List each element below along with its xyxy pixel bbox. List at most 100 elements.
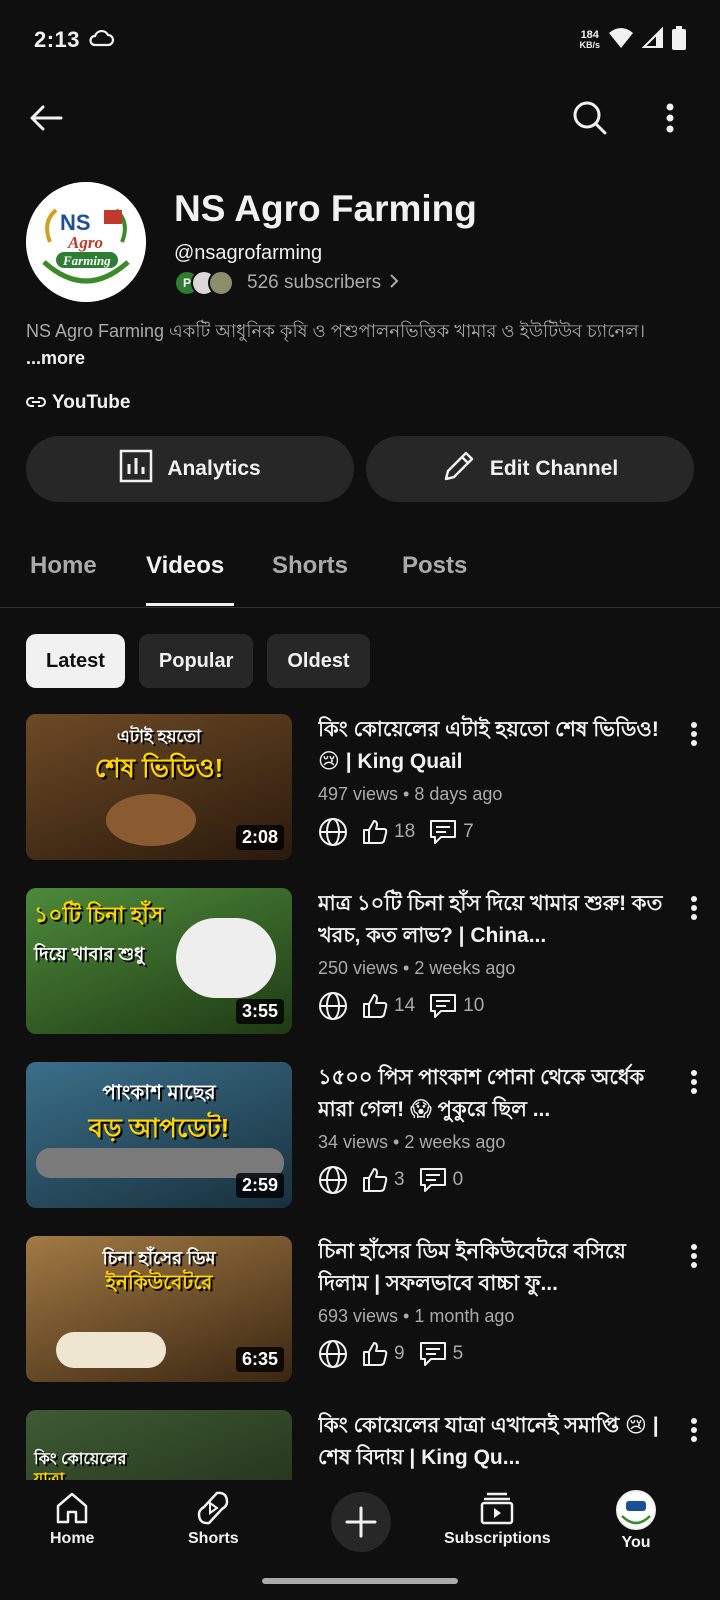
video-item[interactable]: চিনা হাঁসের ডিম ইনকিউবেটরে 6:35 চিনা হাঁ…	[0, 1236, 720, 1386]
tab-videos[interactable]: Videos	[146, 552, 224, 580]
tab-home[interactable]: Home	[30, 552, 97, 580]
chip-popular[interactable]: Popular	[138, 634, 254, 688]
video-menu-icon[interactable]	[690, 722, 698, 751]
video-thumbnail[interactable]: কিং কোয়েলের যাত্রা	[26, 1410, 292, 1480]
comments-stat: 5	[419, 1341, 463, 1367]
channel-avatar[interactable]: NS Agro Farming	[26, 182, 146, 302]
search-icon[interactable]	[566, 94, 614, 142]
video-duration: 2:59	[235, 1173, 284, 1198]
eggs-image	[56, 1332, 166, 1368]
chip-oldest[interactable]: Oldest	[267, 634, 370, 688]
video-menu-icon[interactable]	[690, 1070, 698, 1099]
video-menu-icon[interactable]	[690, 1244, 698, 1273]
home-indicator	[262, 1578, 458, 1584]
nav-subscriptions[interactable]: Subscriptions	[444, 1490, 551, 1548]
video-item[interactable]: এটাই হয়তো শেষ ভিডিও! 2:08 কিং কোয়েলের …	[0, 714, 720, 864]
comment-icon	[430, 994, 457, 1018]
channel-header: NS Agro Farming NS Agro Farming @nsagrof…	[26, 182, 706, 306]
video-title[interactable]: কিং কোয়েলের যাত্রা এখানেই সমাপ্তি 😢 | শ…	[318, 1410, 678, 1474]
analytics-icon	[119, 449, 153, 489]
wifi-icon	[608, 27, 634, 54]
globe-icon	[318, 991, 348, 1021]
status-bar: 2:13 184 KB/s	[0, 0, 720, 80]
channel-tabs: Home Videos Shorts Posts	[0, 530, 720, 608]
comment-icon	[419, 1168, 446, 1192]
sort-chips: Latest Popular Oldest	[26, 634, 370, 688]
video-stats: 9 5	[318, 1339, 678, 1369]
shorts-icon	[198, 1491, 229, 1525]
network-speed: 184 KB/s	[579, 29, 600, 51]
edit-channel-button[interactable]: Edit Channel	[366, 436, 694, 502]
create-button[interactable]	[331, 1492, 391, 1552]
like-icon	[363, 994, 388, 1018]
video-thumbnail[interactable]: এটাই হয়তো শেষ ভিডিও! 2:08	[26, 714, 292, 860]
nav-shorts[interactable]: Shorts	[188, 1490, 239, 1548]
video-thumbnail[interactable]: পাংকাশ মাছের বড় আপডেট! 2:59	[26, 1062, 292, 1208]
video-title[interactable]: চিনা হাঁসের ডিম ইনকিউবেটরে বসিয়ে দিলাম …	[318, 1236, 678, 1300]
likes-stat: 9	[362, 1341, 405, 1367]
video-menu-icon[interactable]	[690, 1418, 698, 1447]
video-item[interactable]: পাংকাশ মাছের বড় আপডেট! 2:59 ১৫০০ পিস পা…	[0, 1062, 720, 1212]
video-title[interactable]: ১৫০০ পিস পাংকাশ পোনা থেকে অর্ধেক মারা গে…	[318, 1062, 678, 1126]
analytics-button[interactable]: Analytics	[26, 436, 354, 502]
channel-link[interactable]: YouTube	[26, 392, 130, 414]
subscriptions-icon	[481, 1492, 514, 1525]
signal-icon	[641, 26, 664, 54]
video-duration: 3:55	[235, 999, 284, 1024]
video-title[interactable]: মাত্র ১০টি চিনা হাঁস দিয়ে খামার শুরু! ক…	[318, 888, 678, 952]
video-thumbnail[interactable]: ১০টি চিনা হাঁস দিয়ে খাবার শুধু 3:55	[26, 888, 292, 1034]
video-meta: 497 views • 8 days ago	[318, 784, 503, 804]
subscriber-count: 526 subscribers	[247, 272, 382, 293]
comments-stat: 7	[429, 819, 474, 845]
video-title[interactable]: কিং কোয়েলের এটাই হয়তো শেষ ভিডিও! 😢 | K…	[318, 714, 678, 778]
video-thumbnail[interactable]: চিনা হাঁসের ডিম ইনকিউবেটরে 6:35	[26, 1236, 292, 1382]
nav-home[interactable]: Home	[50, 1490, 94, 1548]
more-vert-icon[interactable]	[654, 94, 686, 142]
nav-you[interactable]: You	[616, 1490, 656, 1552]
svg-text:NS: NS	[60, 210, 91, 235]
globe-icon	[318, 1339, 348, 1369]
back-icon[interactable]	[22, 94, 70, 142]
likes-stat: 3	[362, 1167, 405, 1193]
video-stats: 3 0	[318, 1165, 678, 1195]
tab-posts[interactable]: Posts	[402, 552, 467, 580]
duck-image	[176, 918, 276, 998]
more-link[interactable]: ...more	[26, 348, 85, 368]
video-stats: 14 10	[318, 991, 678, 1021]
globe-icon	[318, 817, 348, 847]
pencil-icon	[442, 449, 476, 489]
svg-text:Agro: Agro	[67, 233, 103, 252]
home-icon	[56, 1492, 88, 1524]
likes-stat: 18	[362, 819, 415, 845]
top-bar	[0, 80, 720, 156]
chip-latest[interactable]: Latest	[26, 634, 125, 688]
channel-description[interactable]: NS Agro Farming একটি আধুনিক কৃষি ও পশুপা…	[26, 318, 696, 372]
video-meta: 34 views • 2 weeks ago	[318, 1132, 506, 1152]
video-meta: 250 views • 2 weeks ago	[318, 958, 516, 978]
subscriber-avatars: P	[174, 270, 234, 296]
quail-image	[106, 794, 196, 846]
plus-icon	[345, 1506, 377, 1538]
video-meta: 693 views • 1 month ago	[318, 1306, 515, 1326]
video-item[interactable]: ১০টি চিনা হাঁস দিয়ে খাবার শুধু 3:55 মাত…	[0, 888, 720, 1038]
video-menu-icon[interactable]	[690, 896, 698, 925]
video-duration: 6:35	[235, 1347, 284, 1372]
battery-icon	[672, 25, 686, 55]
channel-name: NS Agro Farming	[174, 188, 477, 229]
like-icon	[363, 820, 388, 844]
cloud-icon	[88, 29, 115, 52]
like-icon	[363, 1168, 388, 1192]
subscribers-row[interactable]: P 526 subscribers	[174, 270, 399, 296]
tab-shorts[interactable]: Shorts	[272, 552, 348, 580]
comment-icon	[419, 1342, 446, 1366]
channel-handle: @nsagrofarming	[174, 242, 323, 264]
comments-stat: 10	[429, 993, 484, 1019]
chevron-right-icon	[389, 272, 399, 294]
active-tab-indicator	[146, 603, 234, 606]
account-avatar	[616, 1490, 656, 1530]
video-item[interactable]: কিং কোয়েলের যাত্রা কিং কোয়েলের যাত্রা …	[0, 1410, 720, 1480]
subscriber-avatar	[208, 270, 234, 296]
status-time: 2:13	[34, 27, 81, 52]
comment-icon	[430, 820, 457, 844]
globe-icon	[318, 1165, 348, 1195]
